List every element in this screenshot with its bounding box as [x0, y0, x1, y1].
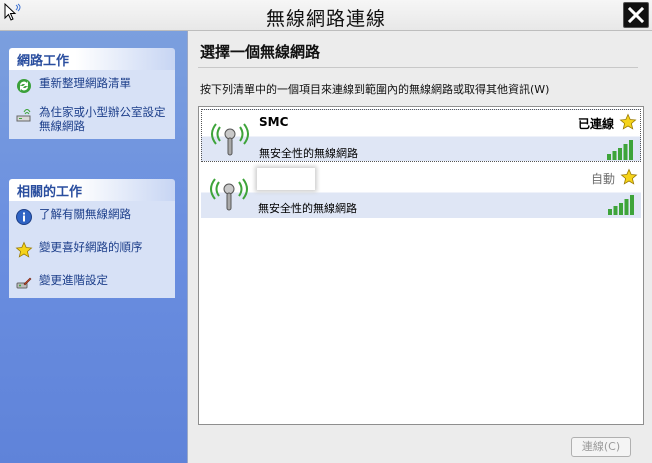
network-tasks-box: 網路工作 重新整理網路清單 為住家或小型辦公室設定無線網路: [9, 48, 175, 139]
settings-icon: [16, 277, 32, 289]
network-list[interactable]: SMC 已連線 無安全性的無線網路 自動 無安全性的無線網路: [198, 106, 644, 425]
window-title: 無線網路連線: [265, 8, 386, 30]
related-tasks-box: 相關的工作 了解有關無線網路 變更喜好網路的順序 變更進階設定: [9, 179, 175, 298]
network-name: SMC: [259, 115, 289, 129]
task-change-preferred-order[interactable]: 變更喜好網路的順序: [15, 240, 171, 259]
page-title: 選擇一個無線網路: [200, 43, 321, 61]
task-pane: 網路工作 重新整理網路清單 為住家或小型辦公室設定無線網路 相關的工作 了解有關…: [0, 31, 187, 463]
wireless-antenna-icon: [210, 178, 248, 211]
star-icon: [15, 241, 33, 258]
network-name-redacted: [257, 168, 315, 190]
network-status: 自動: [590, 172, 615, 186]
close-button[interactable]: [623, 2, 649, 28]
wireless-antenna-icon: [211, 123, 249, 156]
star-icon: [619, 113, 637, 130]
instruction-text: 按下列清單中的一個項目來連線到範圍內的無線網路或取得其他資訊(W): [200, 83, 550, 96]
task-label: 重新整理網路清單: [39, 76, 131, 90]
title-divider: [198, 67, 638, 68]
close-icon: [627, 6, 645, 24]
refresh-icon: [17, 79, 31, 93]
connect-button[interactable]: 連線(C): [571, 437, 631, 457]
task-label: 變更喜好網路的順序: [39, 240, 143, 254]
wireless-setup-icon: [16, 109, 31, 122]
info-icon: [16, 209, 32, 225]
task-learn-wireless[interactable]: 了解有關無線網路: [15, 207, 171, 226]
task-refresh-network-list[interactable]: 重新整理網路清單: [15, 76, 171, 95]
signal-strength-icon: [607, 140, 633, 160]
star-icon: [620, 168, 638, 185]
task-change-advanced-settings[interactable]: 變更進階設定: [15, 273, 171, 292]
signal-strength-icon: [608, 195, 634, 215]
task-label: 了解有關無線網路: [39, 207, 131, 221]
task-label: 為住家或小型辦公室設定無線網路: [39, 105, 166, 133]
network-security: 無安全性的無線網路: [259, 147, 358, 160]
task-setup-wireless[interactable]: 為住家或小型辦公室設定無線網路: [15, 105, 171, 133]
network-item-2[interactable]: 自動 無安全性的無線網路: [201, 165, 641, 218]
task-label: 變更進階設定: [39, 273, 108, 287]
title-bar: 無線網路連線: [0, 0, 652, 31]
related-tasks-header: 相關的工作: [9, 179, 175, 201]
network-status: 已連線: [577, 117, 614, 131]
network-item-smc[interactable]: SMC 已連線 無安全性的無線網路: [201, 109, 641, 162]
network-security: 無安全性的無線網路: [258, 202, 357, 215]
network-tasks-header: 網路工作: [9, 48, 175, 70]
main-content: 選擇一個無線網路 按下列清單中的一個項目來連線到範圍內的無線網路或取得其他資訊(…: [187, 31, 652, 463]
